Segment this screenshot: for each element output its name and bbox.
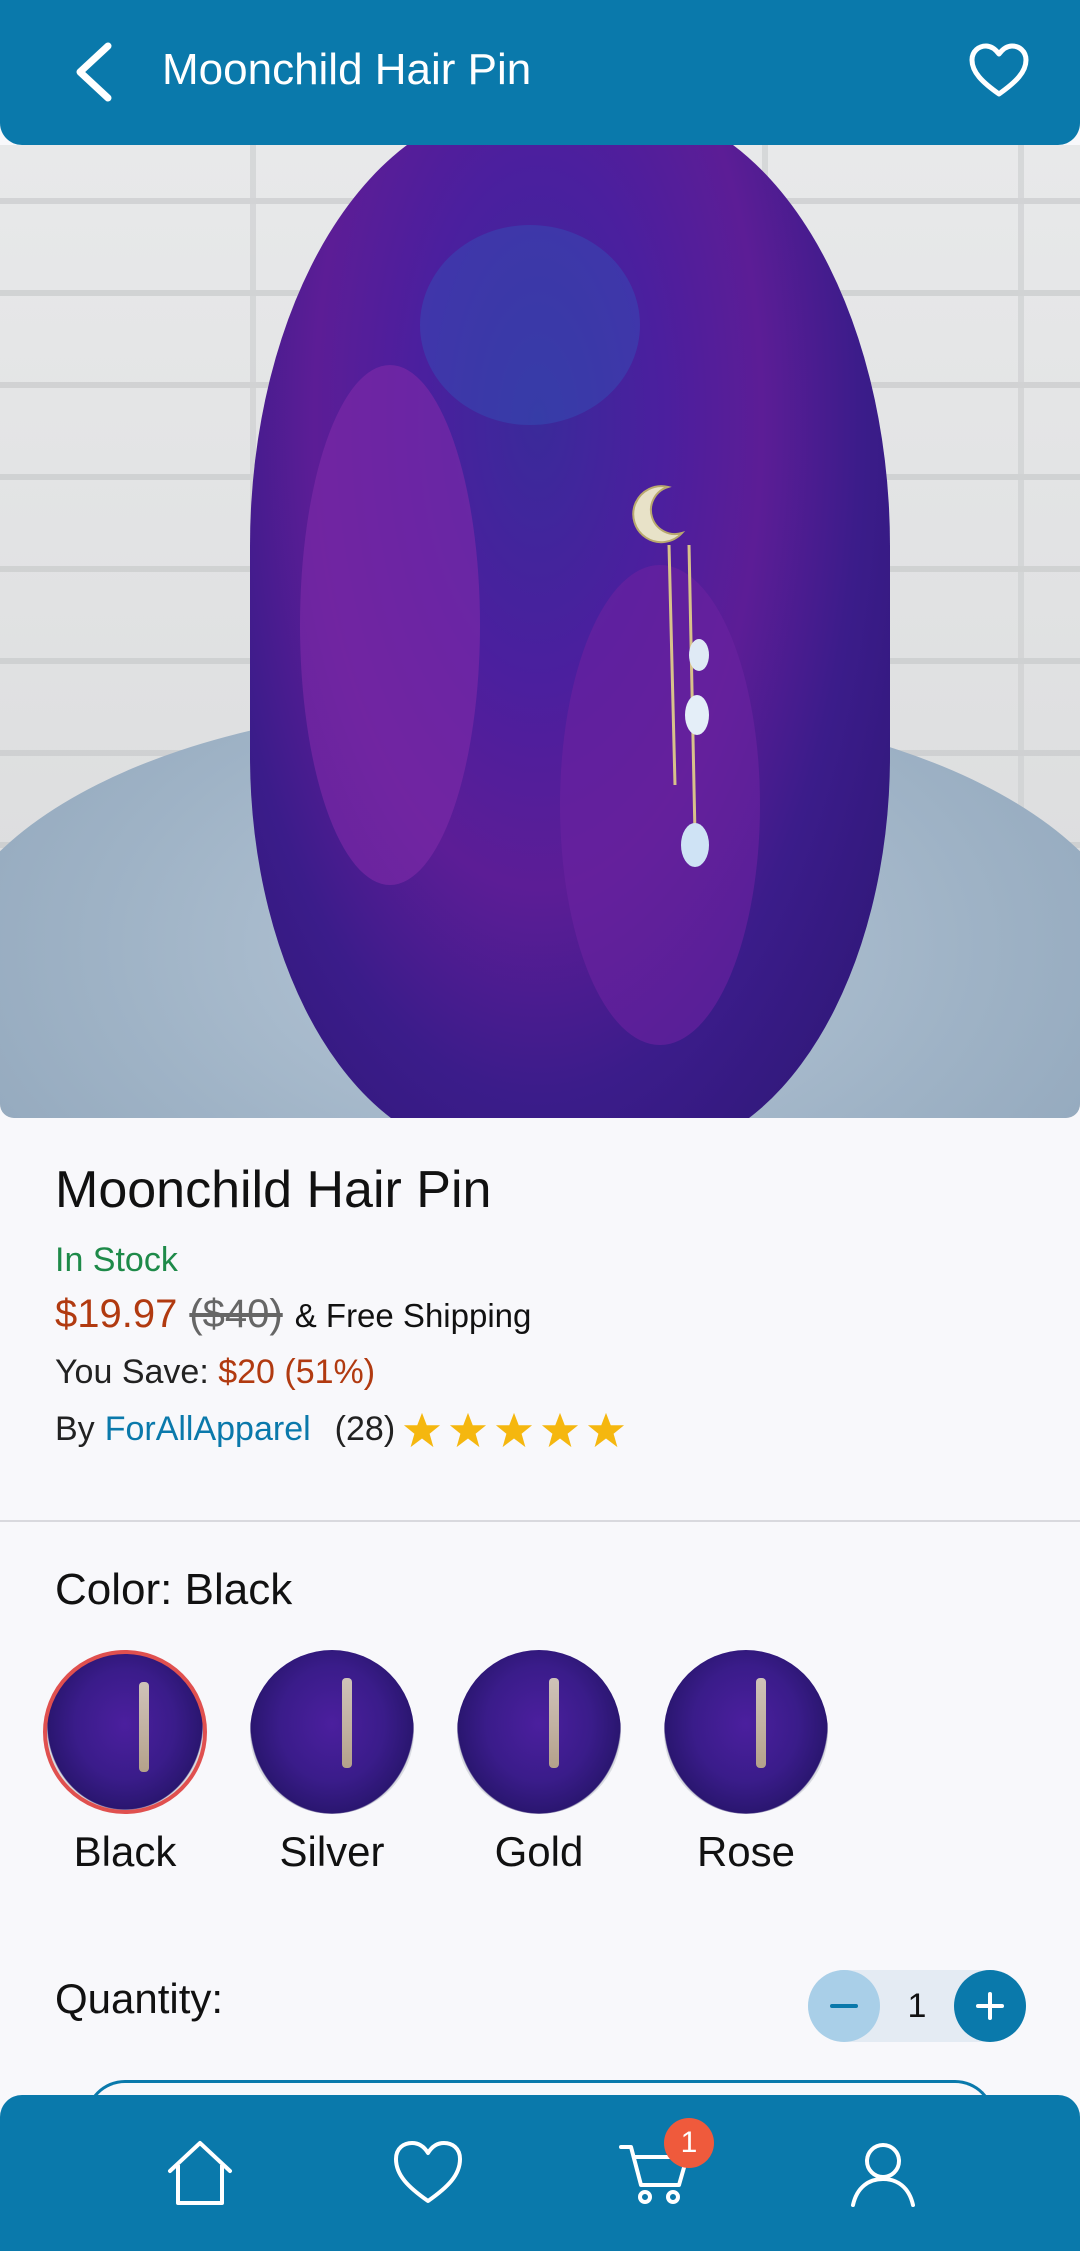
color-option-black[interactable]: Black <box>40 1650 210 1876</box>
savings-label: You Save: <box>55 1353 209 1391</box>
product-image-carousel[interactable] <box>0 145 1080 1118</box>
quantity-decrease-button[interactable] <box>808 1970 880 2042</box>
star-icon <box>404 1412 441 1447</box>
cart-count-badge: 1 <box>664 2118 714 2168</box>
swatch-label: Gold <box>494 1828 584 1875</box>
swatch-label: Silver <box>279 1828 385 1875</box>
app-header: Moonchild Hair Pin <box>0 0 1080 145</box>
rating-stars[interactable] <box>403 1411 625 1449</box>
sale-price: $19.97 <box>55 1292 178 1336</box>
page-title: Moonchild Hair Pin <box>162 45 532 94</box>
product-title: Moonchild Hair Pin <box>55 1161 492 1219</box>
seller-row: By ForAllApparel (28) <box>55 1410 1035 1449</box>
home-icon[interactable] <box>160 2133 240 2213</box>
swatch-image <box>457 1650 621 1814</box>
pin-chain-graphic <box>667 545 709 867</box>
quantity-increase-button[interactable] <box>953 1970 1026 2042</box>
swatch-label: Black <box>73 1828 177 1875</box>
hair-streak <box>420 225 640 425</box>
bottom-navigation <box>0 2095 1080 2251</box>
shipping-text: & Free Shipping <box>294 1297 532 1334</box>
star-icon <box>542 1412 579 1447</box>
minus-icon <box>830 2004 858 2008</box>
stock-status: In Stock <box>55 1241 178 1279</box>
heart-icon[interactable] <box>388 2133 468 2213</box>
swatch-image <box>43 1650 207 1814</box>
price-row: $19.97 ($40) & Free Shipping <box>55 1292 1035 1337</box>
quantity-stepper: 1 <box>808 1970 1026 2042</box>
by-label: By <box>55 1410 95 1448</box>
star-icon <box>588 1412 625 1447</box>
color-option-rose[interactable]: Rose <box>661 1650 831 1876</box>
savings-row: You Save: $20 (51%) <box>55 1353 1035 1392</box>
star-icon <box>450 1412 487 1447</box>
color-option-silver[interactable]: Silver <box>247 1650 417 1876</box>
section-divider <box>0 1520 1080 1522</box>
plus-icon <box>975 1992 1004 2020</box>
star-icon <box>496 1412 533 1447</box>
user-icon[interactable] <box>843 2133 923 2213</box>
swatch-image <box>664 1650 828 1814</box>
color-swatches: Black Silver Gold Rose <box>40 1650 831 1876</box>
savings-value: $20 (51%) <box>218 1353 376 1391</box>
quantity-value: 1 <box>907 1986 927 2025</box>
back-arrow-icon[interactable] <box>70 40 120 105</box>
quantity-label: Quantity: <box>55 1975 224 2022</box>
color-option-gold[interactable]: Gold <box>454 1650 624 1876</box>
color-label: Color: Black <box>55 1565 293 1614</box>
swatch-label: Rose <box>696 1828 796 1875</box>
original-price: ($40) <box>189 1292 283 1336</box>
rating-count: (28) <box>334 1410 396 1448</box>
seller-link[interactable]: ForAllApparel <box>105 1410 311 1449</box>
hair-streak <box>300 365 480 885</box>
favorite-heart-icon[interactable] <box>968 42 1030 100</box>
moon-hair-pin-graphic <box>632 485 686 544</box>
product-info: Moonchild Hair Pin In Stock $19.97 ($40)… <box>55 1155 1035 1449</box>
swatch-image <box>250 1650 414 1814</box>
